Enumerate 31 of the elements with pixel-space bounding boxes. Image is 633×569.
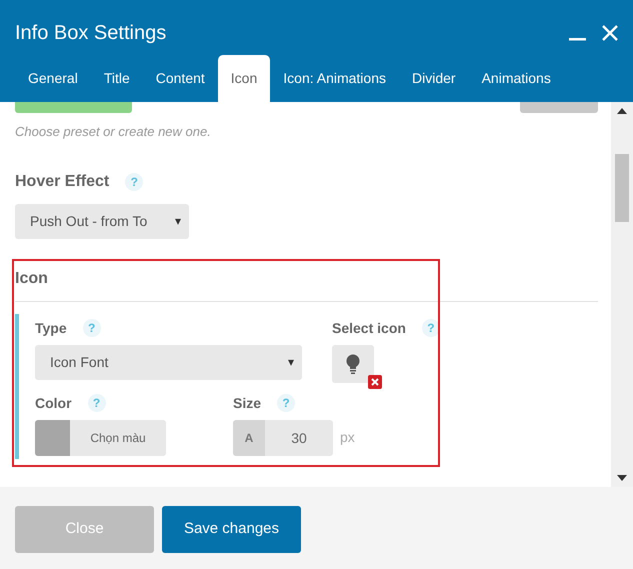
- icon-picker-button[interactable]: [332, 344, 374, 382]
- tab[interactable]: Icon: [218, 55, 270, 102]
- input-addon: A: [233, 420, 265, 456]
- window-title: Info Box Settings: [15, 20, 166, 46]
- color-swatch[interactable]: [35, 420, 70, 456]
- tab[interactable]: Animations: [468, 55, 564, 102]
- hover-effect-select[interactable]: Push Out - from To ▾: [15, 204, 189, 238]
- scrollbar[interactable]: [611, 102, 633, 487]
- tab[interactable]: General: [15, 55, 91, 102]
- lightbulb-icon: [346, 354, 360, 374]
- section-label: Hover Effect: [15, 172, 110, 192]
- tab[interactable]: Content: [142, 55, 218, 102]
- close-icon[interactable]: [602, 24, 618, 40]
- field-label: Select icon: [332, 318, 406, 338]
- field-label: Color: [35, 394, 72, 412]
- tab[interactable]: Divider: [399, 55, 469, 102]
- remove-icon[interactable]: [368, 374, 382, 388]
- tab[interactable]: Title: [90, 55, 143, 102]
- unit-label: px: [340, 428, 355, 447]
- size-input[interactable]: 30: [265, 420, 333, 456]
- field-label: Type: [35, 318, 67, 338]
- type-select[interactable]: Icon Font ▾: [35, 344, 302, 380]
- scrollbar-thumb[interactable]: [615, 154, 629, 222]
- color-picker-button[interactable]: Chọn màu: [70, 420, 166, 456]
- section-heading: Icon: [15, 268, 49, 288]
- save-button[interactable]: Save changes: [162, 506, 301, 553]
- tab[interactable]: Icon: Animations: [270, 55, 399, 102]
- field-label: Size: [233, 394, 262, 412]
- scroll-down-icon[interactable]: [617, 475, 627, 481]
- scroll-up-icon[interactable]: [617, 108, 627, 114]
- preset-hint: Choose preset or create new one.: [15, 123, 212, 141]
